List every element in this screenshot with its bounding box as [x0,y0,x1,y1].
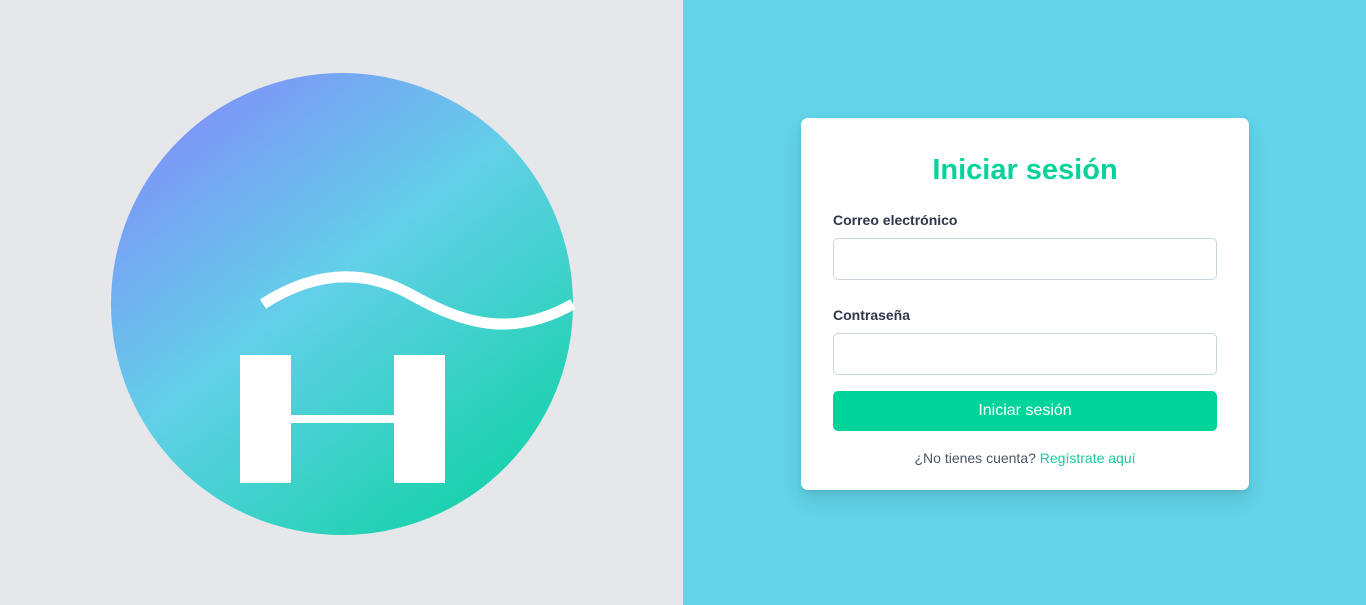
password-label: Contraseña [833,307,911,323]
no-account-text: ¿No tienes cuenta? [914,450,1036,466]
register-link[interactable]: Regístrate aquí [1040,450,1136,466]
login-card: Iniciar sesión Correo electrónico Contra… [801,118,1249,490]
password-field[interactable] [833,333,1217,375]
login-title: Iniciar sesión [932,154,1118,186]
register-prompt: ¿No tienes cuenta? Regístrate aquí [833,449,1217,467]
login-button[interactable]: Iniciar sesión [833,391,1217,431]
logo-h-crossbar [291,415,394,423]
logo-h-left-bar [240,355,291,483]
logo-h-right-bar [394,355,445,483]
email-label: Correo electrónico [833,212,958,228]
email-field[interactable] [833,238,1217,280]
h-wave-logo-icon [111,73,576,535]
login-panel: Iniciar sesión Correo electrónico Contra… [683,0,1366,605]
brand-panel [0,0,683,605]
logo-circle [111,73,573,535]
